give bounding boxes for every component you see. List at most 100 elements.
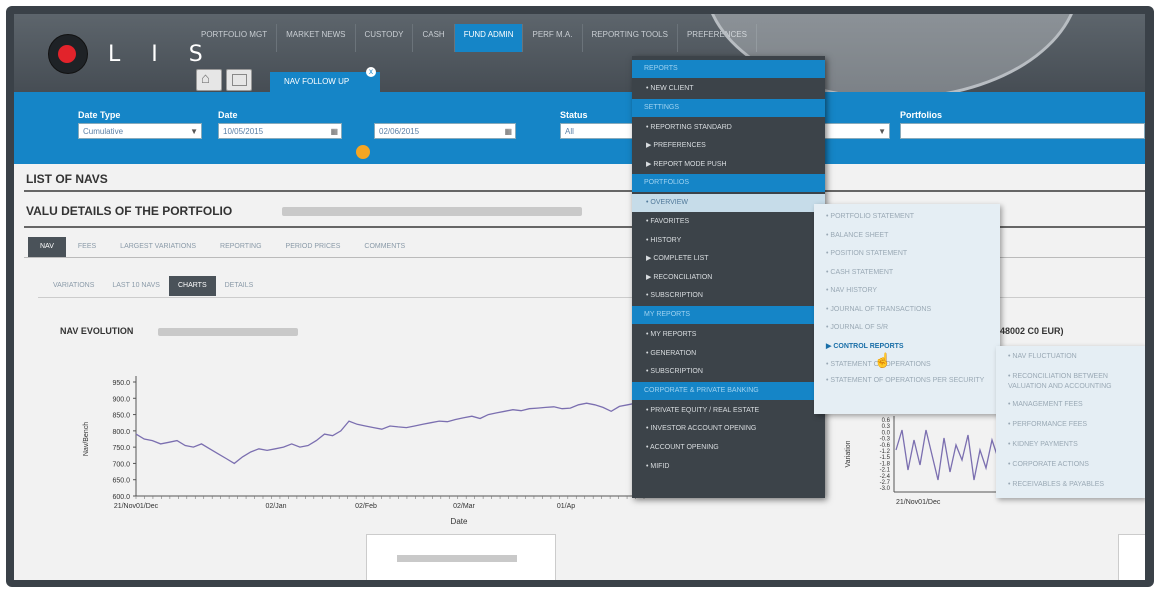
submenu-item[interactable]: • JOURNAL OF S/R [814, 319, 1000, 337]
topnav-item[interactable]: PORTFOLIO MGT [192, 24, 278, 52]
close-icon[interactable]: x [366, 67, 376, 77]
menu-item[interactable]: • FAVORITES [632, 213, 825, 231]
tab-item[interactable]: LARGEST VARIATIONS [108, 237, 208, 257]
menu-section-label: SETTINGS [644, 103, 680, 111]
submenu-item[interactable]: • NAV HISTORY [814, 282, 1000, 300]
submenu-item[interactable]: • PERFORMANCE FEES [996, 420, 1145, 430]
menu-item[interactable]: • HISTORY [632, 232, 825, 250]
home-button[interactable]: ⌂ [196, 69, 222, 91]
tab-item[interactable]: COMMENTS [352, 237, 417, 257]
menu-item[interactable]: • MIFID [632, 458, 825, 476]
submenu-item[interactable]: • JOURNAL OF TRANSACTIONS [814, 301, 1000, 319]
submenu-item-label: RECONCILIATION BETWEEN VALUATION AND ACC… [1008, 373, 1112, 390]
menu-item-label: REPORTING STANDARD [650, 123, 732, 131]
topnav-item[interactable]: FUND ADMIN [454, 24, 524, 52]
date-range-arrow-button[interactable] [356, 145, 370, 159]
menu-item[interactable]: • MY REPORTS [632, 326, 825, 344]
submenu-item[interactable]: • RECONCILIATION BETWEEN VALUATION AND A… [996, 372, 1145, 392]
submenu-item[interactable]: • PORTFOLIO STATEMENT [814, 208, 1000, 226]
y-tick-label: -3.0 [880, 486, 891, 492]
menu-item[interactable]: ▶ REPORT MODE PUSH [632, 156, 825, 174]
menu-item[interactable]: ▶ RECONCILIATION [632, 269, 825, 287]
submenu-item-label: KIDNEY PAYMENTS [1012, 441, 1078, 448]
menu-item-label: PRIVATE EQUITY / REAL ESTATE [650, 406, 760, 414]
topnav-item[interactable]: CASH [413, 24, 455, 52]
menu-item[interactable]: • ACCOUNT OPENING [632, 439, 825, 457]
submenu-item[interactable]: • STATEMENT OF OPERATIONS [814, 356, 1000, 374]
topnav-item[interactable]: REPORTING TOOLS [583, 24, 678, 52]
submenu-item[interactable]: • POSITION STATEMENT [814, 245, 1000, 263]
y-tick-label: -0.3 [880, 437, 891, 443]
submenu-item[interactable]: • STATEMENT OF OPERATIONS PER SECURITY [814, 375, 1000, 393]
menu-item[interactable]: • SUBSCRIPTION [632, 287, 825, 305]
menu-section-header: PORTFOLIOS [632, 174, 825, 193]
subtab-item[interactable]: CHARTS [168, 276, 216, 296]
menu-item-label: MIFID [650, 462, 670, 470]
tab-nav-follow-up[interactable]: NAV FOLLOW UP [270, 72, 380, 92]
submenu-item-label: JOURNAL OF S/R [830, 324, 889, 331]
tab-item[interactable]: FEES [66, 237, 108, 257]
y-tick-label: 0.0 [882, 430, 891, 436]
submenu-item[interactable]: • RECEIVABLES & PAYABLES [996, 480, 1145, 490]
y-axis-label: Variation [845, 440, 852, 467]
submenu-item[interactable]: ▶ CONTROL REPORTS [814, 338, 1000, 356]
nav-evolution-chart: 950.0 900.0 850.0 800.0 750.0 700.0 650.0 600.0… [83, 376, 645, 526]
menu-item-label: GENERATION [650, 349, 697, 357]
calendar-icon[interactable]: ▦ [504, 124, 512, 140]
redacted-chart-subtitle [158, 328, 298, 336]
date-from-input[interactable]: 10/05/2015 ▦ [218, 123, 342, 139]
submenu-item[interactable]: • KIDNEY PAYMENTS [996, 440, 1145, 450]
submenu-item[interactable]: • BALANCE SHEET [814, 227, 1000, 245]
subtab-item[interactable]: LAST 10 NAVS [103, 276, 169, 296]
logo-dot [58, 45, 76, 63]
menu-item-label: ACCOUNT OPENING [650, 444, 719, 451]
menu-section-header: MY REPORTS [632, 306, 825, 324]
menu-item-label: HISTORY [650, 236, 682, 244]
y-tick-label: 700.0 [112, 461, 130, 468]
redacted-legend [397, 555, 517, 562]
submenu-item[interactable]: • CORPORATE ACTIONS [996, 460, 1145, 470]
divider [24, 190, 1145, 192]
menu-item[interactable]: • NEW CLIENT [632, 80, 825, 98]
date-type-label: Date Type [78, 110, 121, 120]
submenu-item-label: PORTFOLIO STATEMENT [830, 213, 915, 220]
submenu-item-label: BALANCE SHEET [830, 231, 889, 239]
menu-item[interactable]: ▶ COMPLETE LIST [632, 250, 825, 268]
date-type-select[interactable]: Cumulative ▼ [78, 123, 202, 139]
tab-item[interactable]: NAV [28, 237, 66, 257]
menu-item[interactable]: ▶ PREFERENCES [632, 137, 825, 155]
menu-item[interactable]: • INVESTOR ACCOUNT OPENING [632, 420, 825, 438]
document-button[interactable] [226, 69, 252, 91]
tab-item[interactable]: PERIOD PRICES [274, 237, 353, 257]
menu-section-label: REPORTS [644, 65, 678, 72]
y-tick-label: 650.0 [112, 478, 130, 485]
submenu-item[interactable]: • CASH STATEMENT [814, 264, 1000, 282]
topnav-item[interactable]: PERF M.A. [523, 24, 583, 52]
subtab-item[interactable]: DETAILS [216, 276, 263, 296]
calendar-icon[interactable]: ▦ [330, 124, 338, 140]
tab-item[interactable]: REPORTING [208, 237, 274, 257]
date-from-value: 10/05/2015 [223, 127, 264, 136]
subtab-item[interactable]: VARIATIONS [44, 276, 103, 296]
menu-item[interactable]: • GENERATION [632, 345, 825, 363]
portfolios-input[interactable] [900, 123, 1145, 139]
y-tick-label: -1.2 [880, 449, 891, 455]
x-tick-label: 02/Mar [453, 503, 475, 510]
redacted-portfolio-name [282, 207, 582, 216]
menu-item-label: COMPLETE LIST [653, 255, 709, 263]
menu-item-label: INVESTOR ACCOUNT OPENING [650, 425, 757, 433]
menu-item[interactable]: • SUBSCRIPTION [632, 363, 825, 381]
submenu-item[interactable]: • MANAGEMENT FEES [996, 400, 1145, 410]
submenu-item-label: JOURNAL OF TRANSACTIONS [830, 305, 932, 313]
submenu-item[interactable]: • NAV FLUCTUATION [996, 352, 1145, 362]
topnav-item[interactable]: CUSTODY [356, 24, 414, 52]
menu-item[interactable]: • REPORTING STANDARD [632, 119, 825, 137]
date-to-input[interactable]: 02/06/2015 ▦ [374, 123, 516, 139]
legend-box [1118, 534, 1145, 580]
topnav-item[interactable]: MARKET NEWS [277, 24, 356, 52]
menu-item[interactable]: • OVERVIEW [632, 194, 825, 213]
menu-item-label: RECONCILIATION [653, 273, 713, 281]
main-tabs: NAV FEES LARGEST VARIATIONS REPORTING PERIOD… [28, 237, 417, 257]
menu-item[interactable]: • PRIVATE EQUITY / REAL ESTATE [632, 402, 825, 420]
y-tick-label: 900.0 [112, 396, 130, 403]
